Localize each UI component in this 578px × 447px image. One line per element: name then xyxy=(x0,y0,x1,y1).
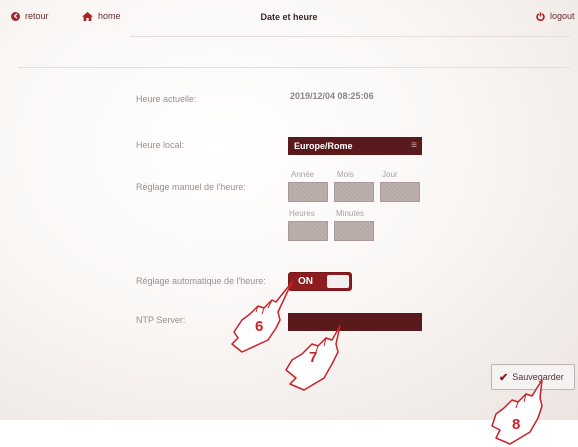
month-label: Mois xyxy=(337,170,354,179)
power-icon xyxy=(536,11,545,21)
section-divider xyxy=(18,67,570,68)
minutes-field[interactable] xyxy=(334,221,374,241)
hand-pointer-icon xyxy=(491,379,543,445)
logout-label: logout xyxy=(550,11,575,21)
timezone-label: Heure local: xyxy=(136,140,185,150)
manual-time-label: Réglage manuel de l'heure: xyxy=(136,182,246,192)
callout-6: 6 xyxy=(255,318,264,335)
timezone-value: Europe/Rome xyxy=(294,141,353,151)
month-field[interactable] xyxy=(334,182,374,202)
hours-field[interactable] xyxy=(288,221,328,241)
hours-label: Heures xyxy=(289,209,315,218)
callout-7: 7 xyxy=(309,349,318,366)
ntp-server-label: NTP Server: xyxy=(136,315,186,325)
menu-icon: ≡ xyxy=(411,140,417,151)
day-field[interactable] xyxy=(380,182,420,202)
callout-8: 8 xyxy=(512,416,521,433)
day-label: Jour xyxy=(382,170,398,179)
timezone-select[interactable]: Europe/Rome ≡ xyxy=(288,137,422,155)
page-title: Date et heure xyxy=(260,12,318,22)
year-label: Année xyxy=(291,170,315,179)
header-divider xyxy=(130,36,570,37)
top-bar: retour home Date et heure logout xyxy=(0,0,578,40)
year-field[interactable] xyxy=(288,182,328,202)
toggle-state: ON xyxy=(298,276,313,287)
minutes-label: Minutes xyxy=(336,209,365,218)
toggle-knob xyxy=(327,275,349,288)
current-time-value: 2019/12/04 08:25:06 xyxy=(290,91,374,101)
current-time-label: Heure actuelle: xyxy=(136,94,197,104)
logout-button[interactable]: logout xyxy=(536,11,575,21)
